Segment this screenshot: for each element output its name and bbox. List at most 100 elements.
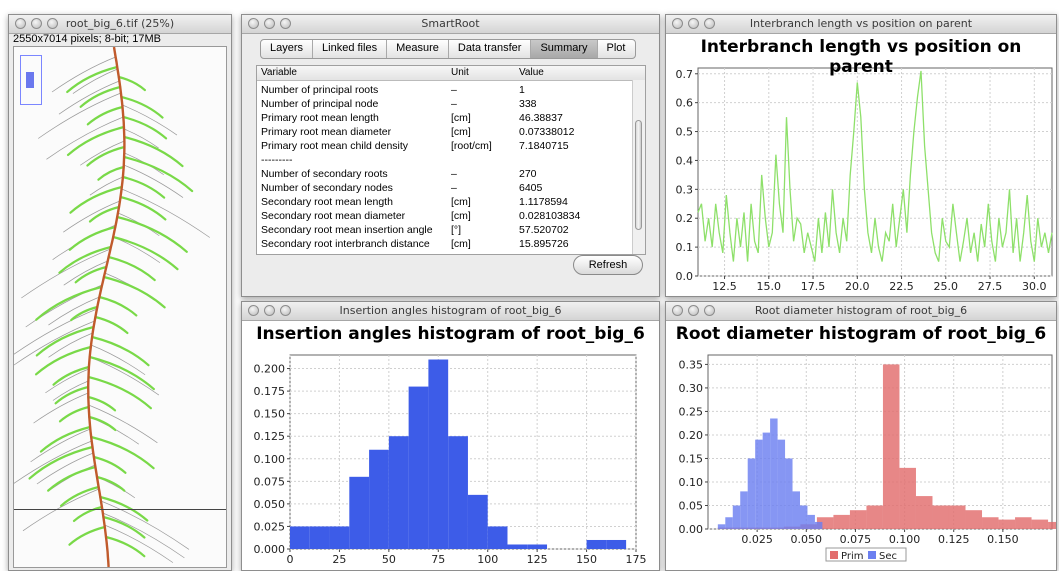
navigator-box[interactable]: [20, 55, 42, 105]
x-tick-label: 75: [431, 553, 445, 566]
histogram-bar-sec: [732, 505, 741, 529]
histogram-bar-prim: [998, 519, 1016, 529]
cell-variable: Secondary root mean length: [261, 196, 393, 208]
table-scrollbar[interactable]: [632, 80, 645, 254]
root-trace: [123, 164, 184, 198]
secondary-root: [88, 205, 121, 223]
x-tick-label: 100: [477, 553, 498, 566]
chart-title: Insertion angles histogram of root_big_6: [256, 324, 645, 344]
x-tick-label: 175: [626, 553, 647, 566]
secondary-root: [123, 155, 194, 193]
interbranch-titlebar[interactable]: Interbranch length vs position on parent: [666, 15, 1056, 34]
y-tick-label: 0.15: [679, 452, 704, 465]
histogram-bar-sec: [777, 439, 786, 529]
y-tick-label: 0.0: [676, 270, 694, 283]
secondary-root: [90, 435, 155, 470]
diameter-titlebar[interactable]: Root diameter histogram of root_big_6: [666, 302, 1056, 321]
histogram-bar: [507, 544, 528, 549]
root-trace: [121, 188, 210, 238]
cell-value: 6405: [519, 182, 543, 194]
histogram-bar: [467, 494, 488, 549]
image-window-titlebar[interactable]: root_big_6.tif (25%): [9, 15, 231, 34]
y-tick-label: 0.4: [676, 154, 694, 167]
smartroot-title: SmartRoot: [421, 17, 480, 30]
y-tick-label: 0.150: [254, 408, 286, 421]
legend-label: Sec: [879, 551, 897, 562]
legend: Prim Sec: [825, 547, 907, 562]
x-tick-label: 20.0: [845, 280, 870, 293]
tab-layers[interactable]: Layers: [261, 40, 314, 58]
tab-measure[interactable]: Measure: [387, 40, 449, 58]
root-image[interactable]: [14, 47, 226, 567]
tab-data-transfer[interactable]: Data transfer: [449, 40, 532, 58]
histogram-bar-sec: [717, 524, 726, 529]
cell-unit: [cm]: [451, 112, 471, 124]
histogram-bar-sec: [785, 458, 793, 529]
diameter-window-title: Root diameter histogram of root_big_6: [754, 304, 968, 317]
cell-value: 0.028103834: [519, 210, 581, 222]
secondary-root: [47, 465, 97, 492]
insertion-chart: 0 25 50 75 100 125 150 175 0.000 0.025 0.050 0.075 0…: [254, 354, 647, 566]
legend-label: Prim: [841, 551, 864, 562]
cell-unit: –: [451, 168, 457, 180]
histogram-bar: [408, 386, 429, 549]
secondary-root: [123, 135, 184, 168]
root-trace: [89, 416, 139, 445]
histogram-bar-sec: [799, 505, 808, 529]
y-tick-label: 0.100: [254, 453, 286, 466]
insertion-titlebar[interactable]: Insertion angles histogram of root_big_6: [242, 302, 659, 321]
cell-unit: [cm]: [451, 238, 471, 250]
y-tick-label: 0.2: [676, 212, 694, 225]
x-tick-label: 17.5: [801, 280, 826, 293]
x-tick-label: 0.050: [791, 533, 823, 546]
x-tick-label: 15.0: [757, 280, 782, 293]
column-header-value[interactable]: Value: [519, 67, 544, 78]
histogram-bar-sec: [725, 517, 733, 529]
summary-table: Variable Unit Value Number of principal …: [256, 65, 646, 255]
cell-variable: Primary root mean child density: [261, 140, 409, 152]
y-tick-label: 0.05: [679, 499, 704, 512]
legend-swatch: [830, 551, 838, 559]
root-trace: [21, 248, 111, 299]
histogram-bar-prim: [866, 505, 883, 529]
tab-summary[interactable]: Summary: [531, 40, 598, 58]
cell-variable: Number of secondary roots: [261, 168, 388, 180]
histogram-bar: [527, 544, 548, 549]
image-canvas[interactable]: [13, 46, 227, 568]
histogram-bar: [448, 436, 468, 549]
refresh-button[interactable]: Refresh: [573, 255, 643, 275]
secondary-root: [35, 285, 103, 321]
secondary-root: [122, 115, 168, 140]
histogram-bar-sec: [807, 514, 815, 529]
interbranch-window-title: Interbranch length vs position on parent: [749, 17, 973, 30]
y-tick-label: 0.1: [676, 241, 694, 254]
cell-variable: Primary root mean length: [261, 112, 379, 124]
tab-plot[interactable]: Plot: [598, 40, 635, 58]
smartroot-titlebar[interactable]: SmartRoot: [242, 15, 659, 34]
x-tick-label: 0.100: [889, 533, 921, 546]
column-header-variable[interactable]: Variable: [261, 67, 297, 78]
histogram-bar-prim: [1048, 521, 1056, 529]
histogram-bar: [428, 359, 449, 549]
histogram-bar-sec: [762, 432, 771, 529]
image-window-title: root_big_6.tif (25%): [65, 17, 175, 30]
x-tick-label: 25: [332, 553, 346, 566]
secondary-root: [28, 445, 94, 480]
y-tick-label: 0.6: [676, 97, 694, 110]
cell-unit: [°]: [451, 224, 462, 236]
tab-linked-files[interactable]: Linked files: [313, 40, 388, 58]
column-header-unit[interactable]: Unit: [451, 67, 469, 78]
diameter-plot-area: Root diameter histogram of root_big_6 0.…: [666, 321, 1056, 570]
cell-unit: [root/cm]: [451, 140, 492, 152]
insertion-plot-area: Insertion angles histogram of root_big_6…: [242, 321, 659, 570]
histogram-bar-sec: [755, 439, 763, 529]
root-trace: [113, 236, 161, 264]
x-tick-label: 125: [527, 553, 548, 566]
histogram-bar-prim: [915, 496, 933, 529]
cell-value: 57.520702: [519, 224, 569, 236]
secondary-root: [86, 105, 124, 126]
x-tick-label: 0: [287, 553, 294, 566]
secondary-root: [70, 305, 99, 322]
cell-variable: Secondary root interbranch distance: [261, 238, 430, 250]
x-tick-label: 25.0: [934, 280, 959, 293]
